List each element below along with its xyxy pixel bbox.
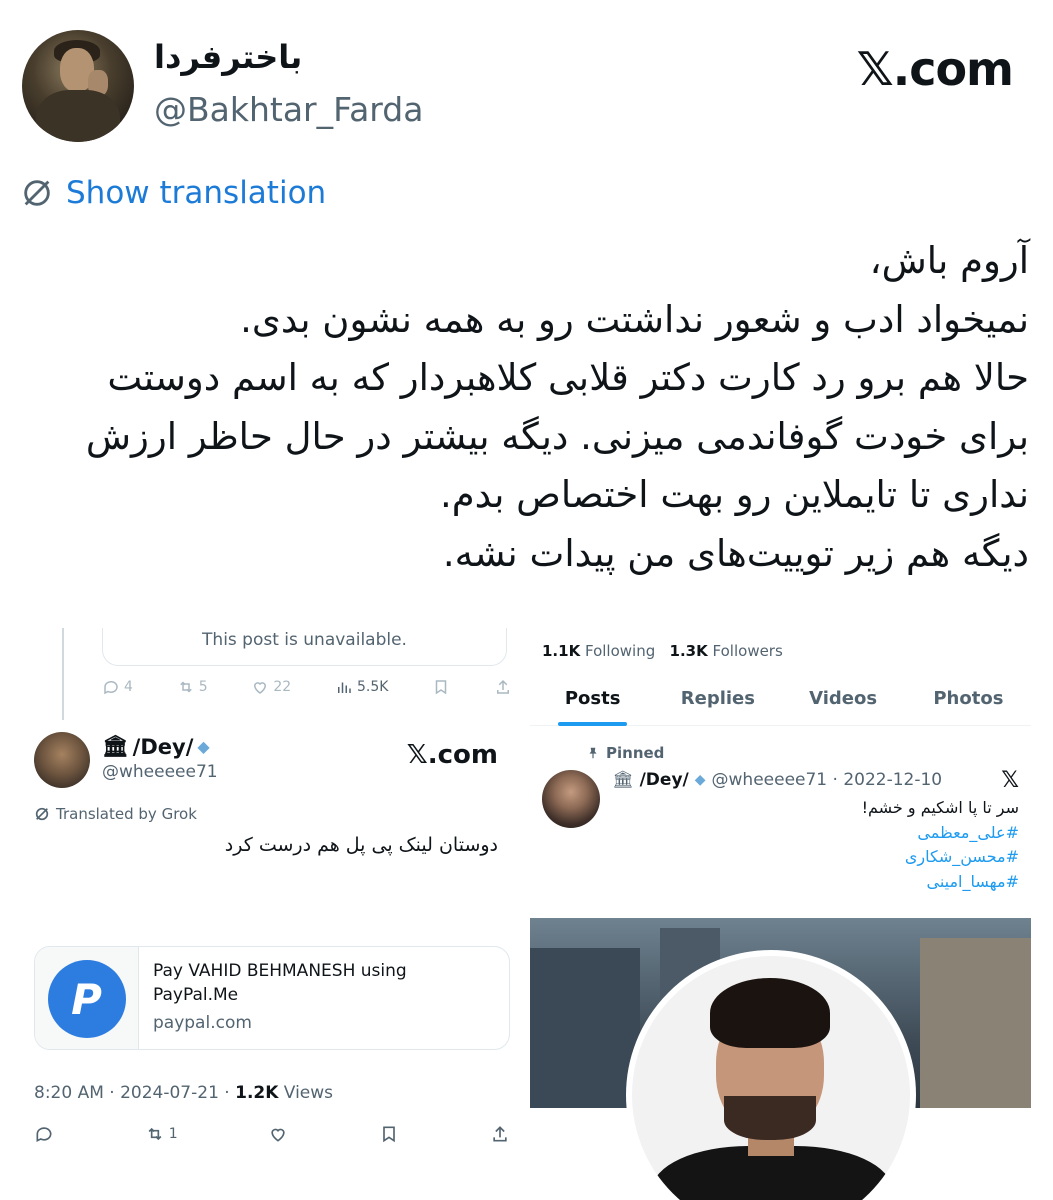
card-domain: paypal.com [153, 1013, 252, 1033]
translate-icon [35, 807, 49, 821]
tab-videos[interactable]: Videos [781, 676, 906, 725]
thread-line [62, 628, 64, 720]
follow-stats: 1.1K Following 1.3K Followers [542, 642, 783, 660]
tweet-text: آروم باش، نمیخواد ادب و شعور نداشتت رو ب… [29, 232, 1029, 583]
reply-icon[interactable] [34, 1124, 54, 1144]
dey-avatar[interactable] [542, 770, 600, 828]
tab-photos[interactable]: Photos [906, 676, 1031, 725]
x-logo: 𝕏.com [856, 42, 1014, 96]
tab-replies[interactable]: Replies [655, 676, 780, 725]
tweet-line: آروم باش، [869, 239, 1029, 282]
reply-icon [104, 680, 118, 695]
author-avatar[interactable] [22, 30, 134, 142]
pinned-label: Pinned [586, 744, 664, 762]
card-title: Pay VAHID BEHMANESH using PayPal.Me [153, 961, 407, 1005]
translate-icon [24, 180, 50, 206]
embedded-screenshot-left: This post is unavailable. 4 5 22 5.5K 🏛 … [22, 628, 518, 1200]
tweet-line: نمیخواد ادب و شعور نداشتت رو به همه نشون… [240, 297, 1029, 341]
handle-date[interactable]: @wheeeee71 · 2022-12-10 [712, 770, 943, 790]
followers-link[interactable]: Followers [713, 642, 783, 660]
ballot-box-icon: ◆ [197, 737, 210, 756]
post-actions: 4 5 22 5.5K [102, 678, 512, 696]
views-action[interactable]: 5.5K [335, 678, 388, 696]
views-icon [337, 682, 351, 693]
profile-tabs: Posts Replies Videos Photos [530, 676, 1031, 726]
tweet-line: نداری تا تایملاین رو بهت اختصاص بدم. [440, 473, 1029, 516]
link-card[interactable]: P Pay VAHID BEHMANESH using PayPal.Me pa… [34, 946, 510, 1050]
pinned-post-header: 🏛 /Dey/ ◆ @wheeeee71 · 2022-12-10 [612, 770, 942, 790]
repost-action[interactable]: 5 [177, 678, 208, 696]
tweet-line: حالا هم برو رد کارت دکتر قلابی کلاهبردار… [107, 356, 1029, 399]
dey-display-name[interactable]: /Dey/ [640, 770, 689, 790]
ballot-box-icon: ◆ [694, 772, 706, 788]
translated-by-grok[interactable]: Translated by Grok [34, 805, 197, 823]
tweet-line: برای خودت گوفاندمی میزنی. دیگه بیشتر در … [85, 414, 1029, 458]
unavailable-post: This post is unavailable. [102, 628, 507, 666]
hashtag-link[interactable]: #محسن_شکاری [862, 845, 1019, 870]
hashtag-link[interactable]: #مهسا_امینی [862, 870, 1019, 895]
pinned-post-text: سر تا پا اشکیم و خشم! #علی_معظمی #محسن_ش… [862, 796, 1019, 894]
heart-icon [254, 682, 267, 694]
pin-icon [589, 747, 597, 759]
museum-icon: 🏛 [102, 734, 129, 758]
hashtag-link[interactable]: #علی_معظمی [862, 821, 1019, 846]
tab-posts[interactable]: Posts [530, 676, 655, 726]
share-icon[interactable] [494, 678, 512, 696]
dey-handle[interactable]: @wheeeee71 [102, 762, 218, 782]
dey-avatar[interactable] [34, 732, 90, 788]
museum-icon: 🏛 [612, 770, 634, 790]
paypal-logo-icon: P [47, 960, 126, 1038]
tweet-line: دیگه هم زیر توییت‌های من پیدات نشه. [442, 531, 1029, 575]
post-text: دوستان لینک پی پل هم درست کرد [224, 834, 498, 856]
following-link[interactable]: Following [585, 642, 655, 660]
author-display-name[interactable]: باخترفردا [154, 38, 302, 76]
like-action[interactable]: 22 [251, 678, 291, 696]
author-handle[interactable]: @Bakhtar_Farda [154, 90, 423, 129]
dey-display-name[interactable]: 🏛 /Dey/ ◆ [102, 734, 210, 759]
show-translation-button[interactable]: Show translation [20, 175, 326, 211]
embedded-screenshot-right: 1.1K Following 1.3K Followers Posts Repl… [530, 628, 1031, 918]
post-meta: 8:20 AM · 2024-07-21 · 1.2K Views [34, 1083, 334, 1103]
bookmark-icon[interactable] [379, 1124, 399, 1144]
x-logo-small: 𝕏 [1001, 768, 1019, 793]
repost-action[interactable]: 1 [145, 1124, 178, 1144]
bookmark-icon[interactable] [432, 678, 450, 696]
post-actions-bottom: 1 [34, 1124, 510, 1144]
show-translation-label: Show translation [66, 175, 327, 211]
repost-icon [179, 681, 192, 693]
heart-icon[interactable] [268, 1124, 288, 1144]
repost-icon [148, 1127, 162, 1141]
share-icon[interactable] [490, 1124, 510, 1144]
reply-action[interactable]: 4 [102, 678, 133, 696]
x-logo-small: 𝕏.com [406, 740, 498, 770]
